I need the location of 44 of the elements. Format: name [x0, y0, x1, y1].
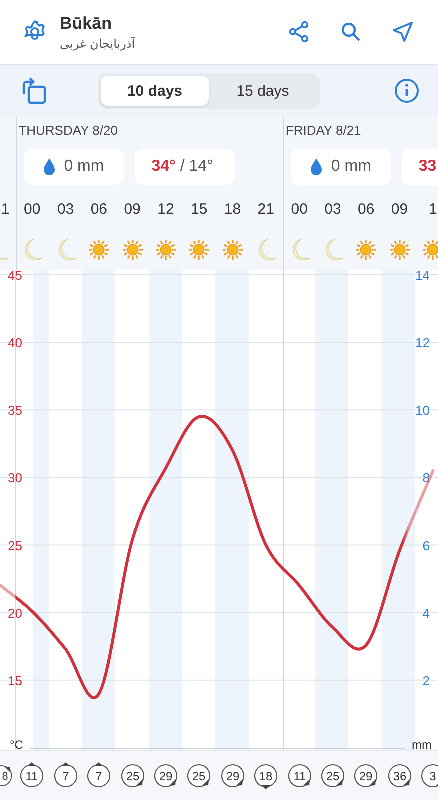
temperature-axis-label: 35	[8, 403, 22, 418]
raindrop-icon	[310, 158, 324, 176]
rain-axis-label: 14	[416, 270, 430, 283]
temperature-axis-label: 20	[8, 606, 22, 621]
raindrop-icon	[43, 158, 56, 176]
rain-amount: 0 mm	[331, 158, 372, 176]
hour-label: 03	[324, 201, 342, 218]
hour-label: 03	[57, 201, 74, 218]
rain-axis-label: 2	[422, 673, 430, 688]
hour-label: 1	[428, 201, 438, 218]
temperature-axis-label: 45	[8, 270, 22, 283]
axis-unit: °C	[10, 738, 24, 750]
rain-axis-label: 12	[416, 336, 430, 351]
hour-label: 09	[391, 201, 408, 218]
info-icon[interactable]	[394, 78, 420, 104]
hour-label: 15	[191, 201, 208, 218]
hour-label: 00	[24, 201, 41, 218]
hour-label: 00	[291, 201, 308, 218]
hour-label: 09	[124, 201, 141, 218]
hour-label: 21	[258, 201, 274, 218]
rain-axis-label: 4	[422, 606, 430, 621]
hour-label: 06	[90, 201, 108, 218]
range-tab[interactable]: 15 days	[209, 76, 317, 106]
temperature-range: 34° / 14°	[152, 158, 214, 176]
temperature-axis-label: 40	[8, 336, 22, 351]
temperature-axis-label: 30	[8, 470, 22, 486]
temperature-axis-label: 15	[8, 673, 22, 688]
location-title: Būkān	[60, 14, 112, 34]
temperature-axis-label: 25	[8, 538, 22, 554]
rain-axis-label: 6	[422, 538, 430, 554]
range-tab[interactable]: 10 days	[101, 76, 209, 106]
hour-label: 18	[224, 201, 242, 218]
temperature-range: 33	[418, 158, 437, 176]
hour-label: 12	[158, 201, 174, 218]
day-label: FRIDAY 8/21	[286, 123, 362, 138]
axis-unit: mm	[412, 738, 432, 750]
location-subtitle: آذربایجان غربی	[60, 36, 136, 50]
rain-axis-label: 10	[416, 403, 430, 418]
hour-label: 06	[358, 201, 375, 218]
hour-label: 1	[1, 201, 10, 218]
rain-amount: 0 mm	[64, 158, 104, 176]
rotate-icon[interactable]	[20, 76, 48, 106]
day-label: THURSDAY 8/20	[18, 123, 118, 138]
rain-axis-label: 8	[422, 470, 430, 486]
